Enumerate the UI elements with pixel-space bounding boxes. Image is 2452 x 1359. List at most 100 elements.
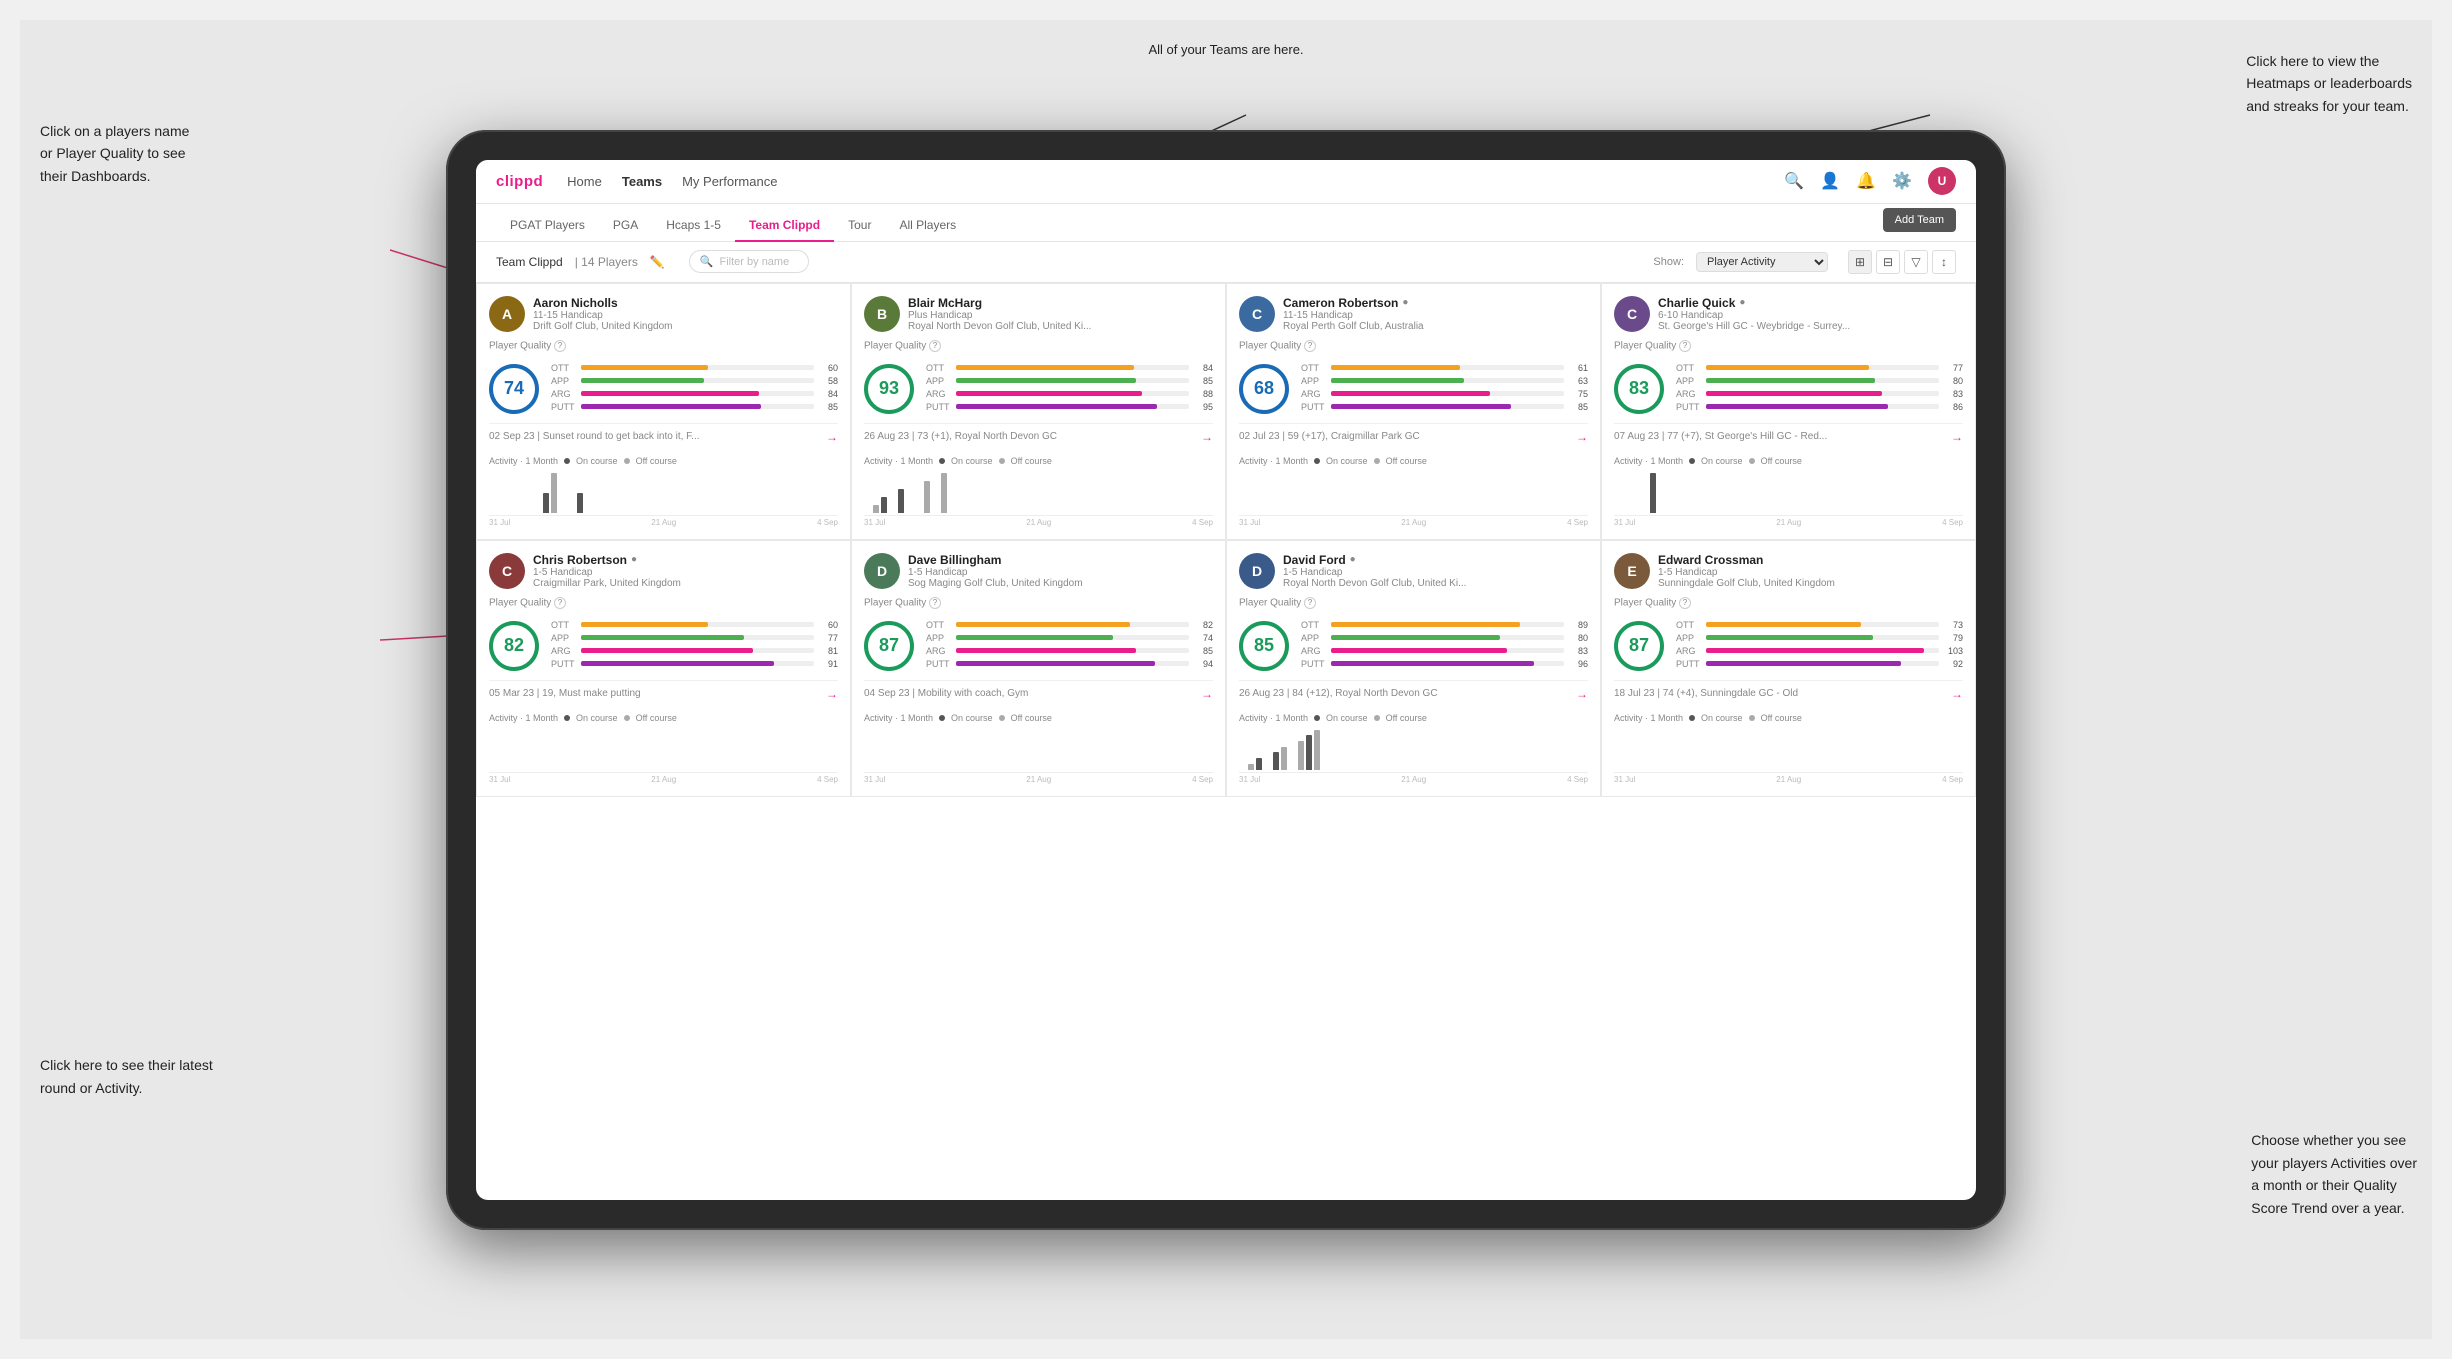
stat-row-putt: PUTT 91 <box>551 659 838 669</box>
stat-value: 96 <box>1568 659 1588 669</box>
stat-bar-fill <box>581 365 708 370</box>
player-name[interactable]: Cameron Robertson ● <box>1283 296 1588 310</box>
nav-home[interactable]: Home <box>567 174 602 189</box>
view-grid2-button[interactable]: ⊞ <box>1848 250 1872 274</box>
chart-bar <box>577 493 583 513</box>
stat-row-arg: ARG 88 <box>926 389 1213 399</box>
user-avatar[interactable]: U <box>1928 167 1956 195</box>
stat-value: 103 <box>1943 646 1963 656</box>
stat-row-ott: OTT 61 <box>1301 363 1588 373</box>
player-header: A Aaron Nicholls 11-15 Handicap Drift Go… <box>489 296 838 332</box>
view-filter-button[interactable]: ▽ <box>1904 250 1928 274</box>
last-round[interactable]: 04 Sep 23 | Mobility with coach, Gym → <box>864 680 1213 701</box>
tab-hcaps[interactable]: Hcaps 1-5 <box>652 210 735 242</box>
last-round-arrow[interactable]: → <box>1951 687 1963 701</box>
profile-icon[interactable]: 👤 <box>1820 171 1840 191</box>
tab-pga[interactable]: PGA <box>599 210 652 242</box>
player-name[interactable]: Charlie Quick ● <box>1658 296 1963 310</box>
quality-score[interactable]: 74 <box>489 364 539 414</box>
quality-score[interactable]: 93 <box>864 364 914 414</box>
settings-icon[interactable]: ⚙️ <box>1892 171 1912 191</box>
last-round[interactable]: 18 Jul 23 | 74 (+4), Sunningdale GC - Ol… <box>1614 680 1963 701</box>
tab-tour[interactable]: Tour <box>834 210 885 242</box>
player-avatar: A <box>489 296 525 332</box>
stat-value: 83 <box>1568 646 1588 656</box>
player-info: Charlie Quick ● 6-10 Handicap St. George… <box>1658 296 1963 332</box>
stat-label-arg: ARG <box>551 389 577 399</box>
annotation-top-center: All of your Teams are here. <box>1148 40 1303 60</box>
player-avatar: E <box>1614 553 1650 589</box>
last-round-arrow[interactable]: → <box>1576 687 1588 701</box>
last-round[interactable]: 26 Aug 23 | 84 (+12), Royal North Devon … <box>1239 680 1588 701</box>
stat-bar-fill <box>1706 648 1924 653</box>
stat-bar-fill <box>581 661 774 666</box>
last-round-text: 07 Aug 23 | 77 (+7), St George's Hill GC… <box>1614 431 1951 442</box>
last-round[interactable]: 26 Aug 23 | 73 (+1), Royal North Devon G… <box>864 423 1213 444</box>
add-team-button[interactable]: Add Team <box>1883 208 1956 232</box>
quality-score[interactable]: 82 <box>489 621 539 671</box>
stat-row-arg: ARG 83 <box>1301 646 1588 656</box>
sub-tabs: PGAT Players PGA Hcaps 1-5 Team Clippd T… <box>476 204 1976 242</box>
stat-bar-fill <box>581 404 761 409</box>
stat-label-app: APP <box>551 633 577 643</box>
last-round-text: 18 Jul 23 | 74 (+4), Sunningdale GC - Ol… <box>1614 688 1951 699</box>
stat-row-arg: ARG 103 <box>1676 646 1963 656</box>
player-name[interactable]: Chris Robertson ● <box>533 553 838 567</box>
tab-pgat-players[interactable]: PGAT Players <box>496 210 599 242</box>
chart-bar-group <box>1306 735 1312 769</box>
chart-dates: 31 Jul 21 Aug 4 Sep <box>1239 518 1588 527</box>
last-round-arrow[interactable]: → <box>1201 430 1213 444</box>
chart-bar <box>898 489 904 513</box>
team-header: Team Clippd | 14 Players ✏️ 🔍 Filter by … <box>476 242 1976 283</box>
last-round-arrow[interactable]: → <box>1951 430 1963 444</box>
player-grid-container[interactable]: A Aaron Nicholls 11-15 Handicap Drift Go… <box>476 283 1976 1200</box>
player-name[interactable]: Aaron Nicholls <box>533 296 838 310</box>
on-course-label: On course <box>1326 713 1368 723</box>
bell-icon[interactable]: 🔔 <box>1856 171 1876 191</box>
last-round-arrow[interactable]: → <box>1201 687 1213 701</box>
last-round[interactable]: 02 Jul 23 | 59 (+17), Craigmillar Park G… <box>1239 423 1588 444</box>
search-icon[interactable]: 🔍 <box>1784 171 1804 191</box>
nav-teams[interactable]: Teams <box>622 174 662 189</box>
date-start: 31 Jul <box>1239 518 1260 527</box>
stat-bar-fill <box>1706 635 1873 640</box>
last-round-arrow[interactable]: → <box>826 687 838 701</box>
last-round[interactable]: 02 Sep 23 | Sunset round to get back int… <box>489 423 838 444</box>
tab-all-players[interactable]: All Players <box>885 210 970 242</box>
activity-title: Activity · 1 Month <box>489 456 558 466</box>
stat-label-app: APP <box>926 633 952 643</box>
last-round-arrow[interactable]: → <box>1576 430 1588 444</box>
last-round[interactable]: 05 Mar 23 | 19, Must make putting → <box>489 680 838 701</box>
quality-score[interactable]: 87 <box>864 621 914 671</box>
chart-bar-group <box>1314 730 1320 770</box>
off-course-dot <box>999 715 1005 721</box>
date-mid: 21 Aug <box>651 518 676 527</box>
player-name[interactable]: Edward Crossman <box>1658 553 1963 567</box>
stat-row-putt: PUTT 92 <box>1676 659 1963 669</box>
player-header: C Cameron Robertson ● 11-15 Handicap Roy… <box>1239 296 1588 332</box>
quality-score[interactable]: 85 <box>1239 621 1289 671</box>
view-grid4-button[interactable]: ⊟ <box>1876 250 1900 274</box>
stat-label-arg: ARG <box>1676 646 1702 656</box>
quality-score[interactable]: 83 <box>1614 364 1664 414</box>
stat-row-app: APP 85 <box>926 376 1213 386</box>
player-name[interactable]: Dave Billingham <box>908 553 1213 567</box>
stat-row-putt: PUTT 96 <box>1301 659 1588 669</box>
stat-row-ott: OTT 84 <box>926 363 1213 373</box>
quality-score[interactable]: 87 <box>1614 621 1664 671</box>
player-name[interactable]: Blair McHarg <box>908 296 1213 310</box>
player-name[interactable]: David Ford ● <box>1283 553 1588 567</box>
search-box[interactable]: 🔍 Filter by name <box>689 250 809 273</box>
view-sort-button[interactable]: ↕ <box>1932 250 1956 274</box>
nav-my-performance[interactable]: My Performance <box>682 174 777 189</box>
tab-team-clippd[interactable]: Team Clippd <box>735 210 834 242</box>
last-round[interactable]: 07 Aug 23 | 77 (+7), St George's Hill GC… <box>1614 423 1963 444</box>
quality-score[interactable]: 68 <box>1239 364 1289 414</box>
last-round-text: 04 Sep 23 | Mobility with coach, Gym <box>864 688 1201 699</box>
stat-label-arg: ARG <box>1301 646 1327 656</box>
stat-value: 80 <box>1568 633 1588 643</box>
activity-chart <box>1239 723 1588 773</box>
edit-team-icon[interactable]: ✏️ <box>650 255 665 269</box>
last-round-arrow[interactable]: → <box>826 430 838 444</box>
show-select[interactable]: Player Activity Quality Score Trend <box>1696 252 1828 272</box>
